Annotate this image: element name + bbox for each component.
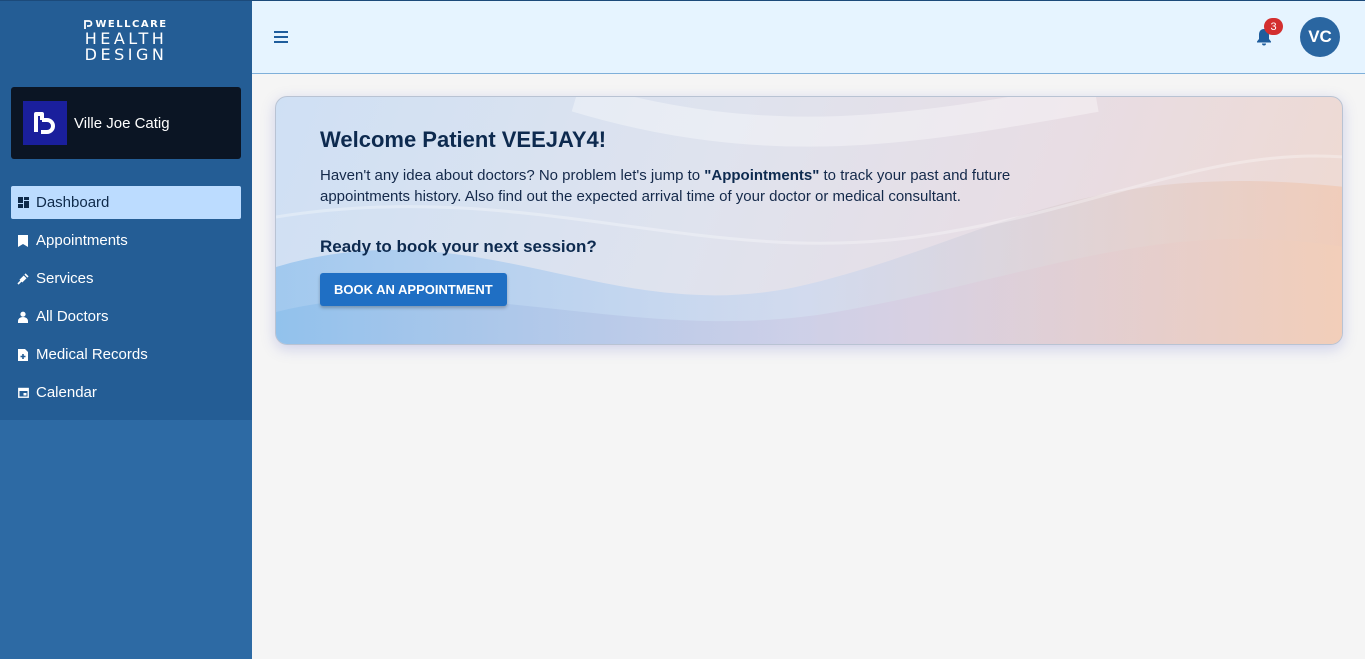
app-logo[interactable]: WELLCARE HEALTH DESIGN	[0, 19, 252, 63]
user-name: Ville Joe Catig	[74, 114, 170, 132]
user-card[interactable]: Ville Joe Catig	[11, 87, 241, 159]
doctor-icon	[17, 311, 29, 323]
menu-toggle-button[interactable]	[274, 29, 290, 45]
hamburger-icon	[274, 31, 288, 33]
book-appointment-button[interactable]: BOOK AN APPOINTMENT	[320, 273, 507, 306]
syringe-icon	[17, 272, 29, 285]
user-logo-icon	[34, 112, 55, 134]
welcome-subtitle: Ready to book your next session?	[320, 237, 597, 256]
notification-badge: 3	[1264, 18, 1283, 35]
sidebar-item-label: Services	[36, 270, 94, 287]
medical-file-icon	[17, 348, 29, 361]
sidebar-item-label: Appointments	[36, 232, 128, 249]
sidebar-item-label: All Doctors	[36, 308, 109, 325]
avatar[interactable]: VC	[1300, 17, 1340, 57]
sidebar-item-appointments[interactable]: Appointments	[11, 224, 241, 257]
sidebar-item-calendar[interactable]: Calendar	[11, 376, 241, 409]
bookmark-icon	[17, 234, 29, 247]
user-avatar	[23, 101, 67, 145]
sidebar: WELLCARE HEALTH DESIGN Ville Joe Catig D…	[0, 0, 252, 659]
logo-line3: DESIGN	[84, 45, 168, 64]
sidebar-item-medical-records[interactable]: Medical Records	[11, 338, 241, 371]
welcome-description: Haven't any idea about doctors? No probl…	[320, 167, 1011, 205]
welcome-banner: Welcome Patient VEEJAY4! Haven't any ide…	[275, 96, 1343, 345]
welcome-title: Welcome Patient VEEJAY4!	[320, 127, 607, 152]
sidebar-panel: WELLCARE HEALTH DESIGN Ville Joe Catig D…	[0, 0, 252, 420]
appointments-emphasis: "Appointments"	[704, 167, 820, 184]
sidebar-item-label: Calendar	[36, 384, 97, 401]
dashboard-icon	[17, 197, 29, 209]
sidebar-item-label: Dashboard	[36, 194, 110, 211]
calendar-icon	[17, 387, 29, 399]
top-header: 3 VC	[252, 0, 1365, 74]
sidebar-item-services[interactable]: Services	[11, 262, 241, 295]
sidebar-nav: Dashboard Appointments Services All Doct…	[11, 186, 241, 414]
sidebar-item-all-doctors[interactable]: All Doctors	[11, 300, 241, 333]
sidebar-item-dashboard[interactable]: Dashboard	[11, 186, 241, 219]
sidebar-item-label: Medical Records	[36, 346, 148, 363]
